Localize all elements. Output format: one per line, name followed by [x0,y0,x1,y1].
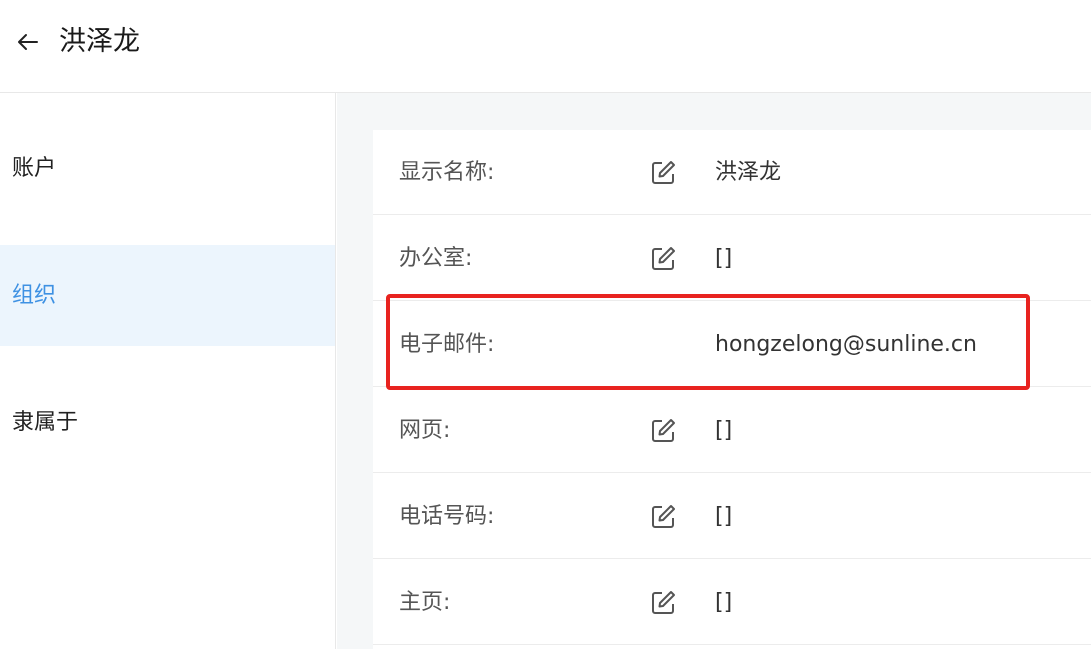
sidebar: 账户 组织 隶属于 [0,93,336,649]
field-label: 办公室: [399,246,473,271]
field-row-homepage: 主页: [] [373,560,1091,645]
field-row-web-page: 网页: [] [373,388,1091,473]
field-label: 主页: [399,590,451,615]
main-content: 显示名称: 洪泽龙 办公室: [] 电子邮件: hongzelong@sunli… [337,93,1091,649]
field-value: [] [715,418,733,443]
sidebar-item-label: 账户 [12,156,57,181]
field-row-phone: 电话号码: [] [373,474,1091,559]
page-title: 洪泽龙 [59,26,140,57]
field-value: [] [715,590,733,615]
sidebar-item-organization[interactable]: 组织 [0,245,335,346]
field-value: [] [715,246,733,271]
edit-icon[interactable] [649,503,677,531]
field-value: hongzelong@sunline.cn [715,332,977,357]
field-row-display-name: 显示名称: 洪泽龙 [373,130,1091,215]
field-label: 显示名称: [399,160,495,185]
back-arrow-icon[interactable] [14,28,42,56]
sidebar-item-member-of[interactable]: 隶属于 [0,372,335,473]
field-label: 电子邮件: [399,332,495,357]
organization-fields-panel: 显示名称: 洪泽龙 办公室: [] 电子邮件: hongzelong@sunli… [373,130,1091,649]
edit-icon[interactable] [649,417,677,445]
sidebar-item-label: 隶属于 [12,410,79,435]
sidebar-item-label: 组织 [12,283,57,308]
edit-icon[interactable] [649,589,677,617]
field-row-office: 办公室: [] [373,216,1091,301]
page-header: 洪泽龙 [0,0,1091,93]
field-value: [] [715,504,733,529]
edit-icon[interactable] [649,245,677,273]
field-value: 洪泽龙 [715,160,782,185]
field-label: 电话号码: [399,504,495,529]
edit-icon[interactable] [649,159,677,187]
field-row-email: 电子邮件: hongzelong@sunline.cn [373,302,1091,387]
field-label: 网页: [399,418,451,443]
sidebar-item-account[interactable]: 账户 [0,118,335,219]
